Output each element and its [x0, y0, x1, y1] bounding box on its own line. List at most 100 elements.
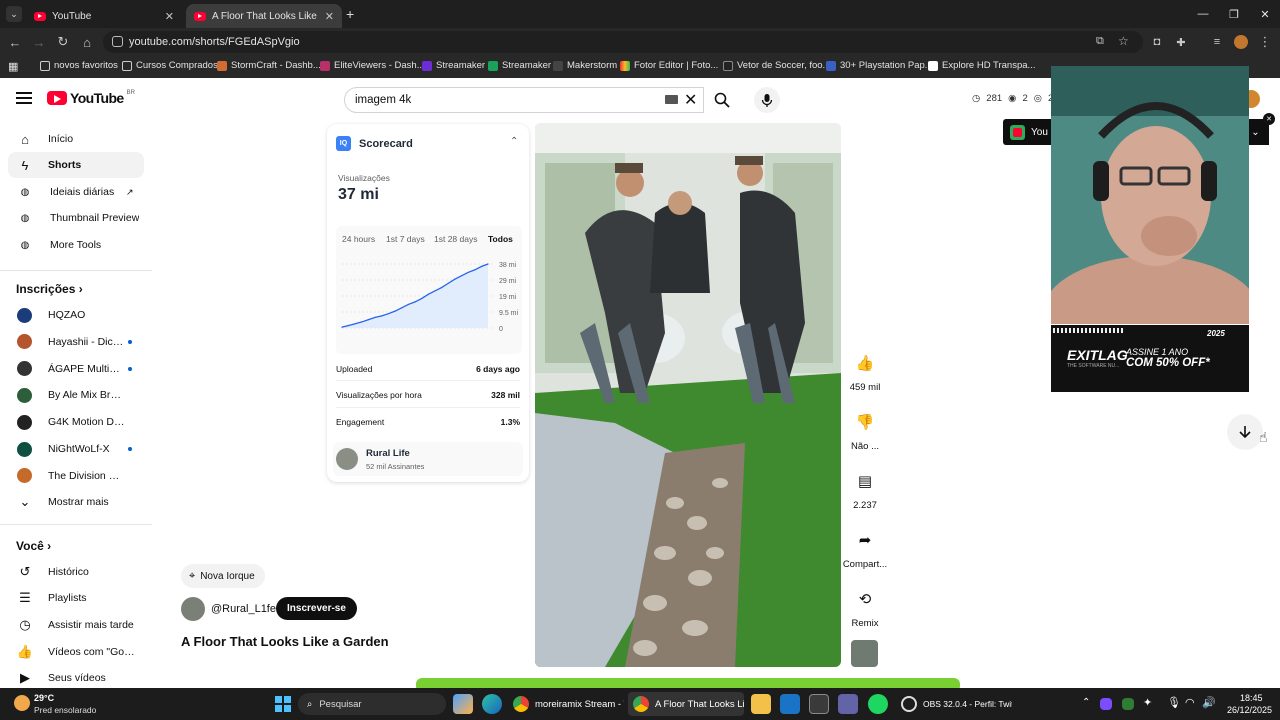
subscription-item[interactable]: G4K Motion Design... — [0, 409, 150, 435]
tray-wifi-icon[interactable]: ◠ — [1185, 696, 1195, 709]
bookmark-item[interactable]: Makerstorm — [553, 60, 617, 71]
sidebar-item-more-tools[interactable]: ◍ More Tools — [0, 232, 150, 258]
bookmark-item[interactable]: StormCraft - Dashb... — [217, 60, 321, 71]
subscription-item[interactable]: Hayashii - Dicas, ... — [0, 329, 150, 355]
webcam-close-icon[interactable]: ✕ — [1263, 113, 1275, 125]
sidebar-item-liked-videos[interactable]: 👍 Vídeos com "Gostei" — [0, 639, 150, 665]
extensions-puzzle-icon[interactable]: ✚ — [1172, 33, 1190, 51]
store-icon[interactable] — [809, 694, 829, 714]
outlook-icon[interactable] — [780, 694, 800, 714]
subscription-item[interactable]: NiGhtWoLf-X — [0, 436, 150, 462]
search-box[interactable]: imagem 4k ✕ — [344, 87, 704, 113]
subscription-item[interactable]: HQZAO — [0, 302, 150, 328]
apps-grid-icon[interactable]: ▦ — [8, 60, 18, 73]
sidebar-item-shorts[interactable]: ϟ Shorts — [8, 152, 144, 178]
like-action[interactable]: 👍 459 mil — [846, 348, 884, 393]
app-icon[interactable] — [453, 694, 473, 714]
sidebar-item-home[interactable]: ⌂ Início — [0, 126, 150, 152]
sidebar-item-history[interactable]: ↺ Histórico — [0, 559, 150, 585]
voice-search-button[interactable] — [754, 87, 780, 113]
install-app-icon[interactable]: ⧉ — [1096, 35, 1104, 48]
clock-date[interactable]: 26/12/2025 — [1227, 705, 1272, 715]
tray-app-icon[interactable] — [1122, 698, 1134, 710]
close-tab-icon[interactable]: ✕ — [325, 10, 334, 23]
edge-browser-icon[interactable] — [482, 694, 502, 714]
share-arrow-icon[interactable]: ➦ — [850, 525, 880, 555]
minimize-icon[interactable]: — — [1187, 0, 1219, 28]
forward-arrow-icon[interactable]: → — [30, 33, 48, 51]
tray-network-icon[interactable]: ✦ — [1143, 696, 1152, 709]
sidebar-item-playlists[interactable]: ☰ Playlists — [0, 585, 150, 611]
sidebar-item-watch-later[interactable]: ◷ Assistir mais tarde — [0, 612, 150, 638]
short-video-player[interactable] — [535, 123, 841, 667]
weather-icon[interactable] — [14, 695, 30, 711]
new-tab-plus-icon[interactable]: + — [346, 6, 354, 22]
site-info-icon[interactable] — [112, 36, 123, 47]
bookmark-item[interactable]: novos favoritos — [40, 60, 118, 71]
windows-start-icon[interactable] — [275, 696, 291, 712]
thumbs-up-icon[interactable]: 👍 — [850, 348, 880, 378]
tab-list-chevron-icon[interactable]: ⌄ — [6, 6, 22, 22]
hamburger-menu-icon[interactable] — [16, 92, 32, 104]
clear-search-icon[interactable]: ✕ — [684, 90, 697, 110]
collapse-chevron-icon[interactable]: ⌃ — [510, 136, 518, 147]
tab-youtube[interactable]: YouTube ✕ — [26, 4, 182, 28]
taskbar-app-obs[interactable]: OBS 32.0.4 - Perfil: Twitc — [896, 692, 1012, 716]
show-more-button[interactable]: ⌄ Mostrar mais — [0, 489, 150, 515]
creator-handle[interactable]: @Rural_L1fe — [211, 603, 276, 615]
subscribe-button[interactable]: Inscrever-se — [276, 597, 357, 620]
next-video-button[interactable] — [1227, 414, 1263, 450]
bookmark-item[interactable]: 30+ Playstation Pap... — [826, 60, 933, 71]
sound-thumbnail[interactable] — [851, 640, 878, 667]
home-icon[interactable]: ⌂ — [78, 33, 96, 51]
range-tab[interactable]: Todos — [488, 234, 513, 244]
tray-microphone-icon[interactable]: 🎙 — [1167, 696, 1181, 709]
subscription-item[interactable]: The Division Game ... — [0, 463, 150, 489]
comment-icon[interactable]: ▤ — [850, 466, 880, 496]
taskbar-app-active-short[interactable]: A Floor That Looks Like — [628, 692, 744, 716]
close-window-icon[interactable]: ✕ — [1249, 0, 1280, 28]
browser-menu-icon[interactable]: ⋮ — [1256, 33, 1274, 51]
youtube-logo[interactable]: YouTube BR — [47, 90, 135, 106]
thumbs-down-icon[interactable]: 👎 — [850, 407, 880, 437]
sidebar-item-your-videos[interactable]: ▶ Seus vídeos — [0, 665, 150, 688]
media-control-icon[interactable]: ≡ — [1208, 33, 1226, 51]
profile-avatar-icon[interactable] — [1232, 33, 1250, 51]
clock-time[interactable]: 18:45 — [1240, 693, 1263, 703]
tray-app-icon[interactable] — [1100, 698, 1112, 710]
range-tab[interactable]: 1st 28 days — [434, 234, 477, 244]
taskbar-search[interactable]: ⌕ Pesquisar — [298, 693, 446, 715]
teams-icon[interactable] — [838, 694, 858, 714]
range-tab[interactable]: 24 hours — [342, 234, 375, 244]
remix-action[interactable]: ⟲ Remix — [846, 584, 884, 629]
spotify-icon[interactable] — [868, 694, 888, 714]
keyboard-icon[interactable] — [665, 95, 678, 104]
bookmark-item[interactable]: Streamaker — [488, 60, 551, 71]
reload-icon[interactable]: ↻ — [54, 33, 72, 51]
floating-pill[interactable]: You — [1003, 119, 1057, 145]
search-button[interactable] — [704, 87, 740, 113]
creator-avatar[interactable] — [181, 597, 205, 621]
back-arrow-icon[interactable]: ← — [6, 33, 24, 51]
remix-icon[interactable]: ⟲ — [850, 584, 880, 614]
tab-active-short[interactable]: A Floor That Looks Like a Garde ✕ — [186, 4, 342, 28]
file-explorer-icon[interactable] — [751, 694, 771, 714]
tray-volume-icon[interactable]: 🔊 — [1202, 696, 1216, 709]
channel-box[interactable]: Rural Life 52 mil Assinantes — [333, 442, 523, 476]
search-input[interactable]: imagem 4k — [355, 94, 411, 106]
share-action[interactable]: ➦ Compart... — [842, 525, 888, 570]
bookmark-item[interactable]: Fotor Editor | Foto... — [620, 60, 718, 71]
bookmark-item[interactable]: Vetor de Soccer, foo... — [723, 60, 830, 71]
subscriptions-heading[interactable]: Inscrições › — [16, 282, 83, 296]
subscription-item[interactable]: By Ale Mix Brasil — [0, 382, 150, 408]
extension-icon[interactable]: ◘ — [1148, 33, 1166, 51]
comments-action[interactable]: ▤ 2.237 — [846, 466, 884, 511]
address-bar[interactable]: youtube.com/shorts/FGEdASpVgio ⧉ ☆ — [103, 31, 1143, 53]
dislike-action[interactable]: 👎 Não ... — [846, 407, 884, 452]
taskbar-app-stream[interactable]: moreiramix Stream - Wi — [508, 692, 624, 716]
sidebar-item-thumbnail-preview[interactable]: ◍ Thumbnail Preview — [0, 205, 150, 231]
weather-text[interactable]: Pred ensolarado — [34, 705, 96, 715]
bookmark-star-icon[interactable]: ☆ — [1118, 34, 1129, 48]
bookmark-item[interactable]: Streamaker — [422, 60, 485, 71]
tray-chevron-icon[interactable]: ⌃ — [1082, 697, 1090, 708]
